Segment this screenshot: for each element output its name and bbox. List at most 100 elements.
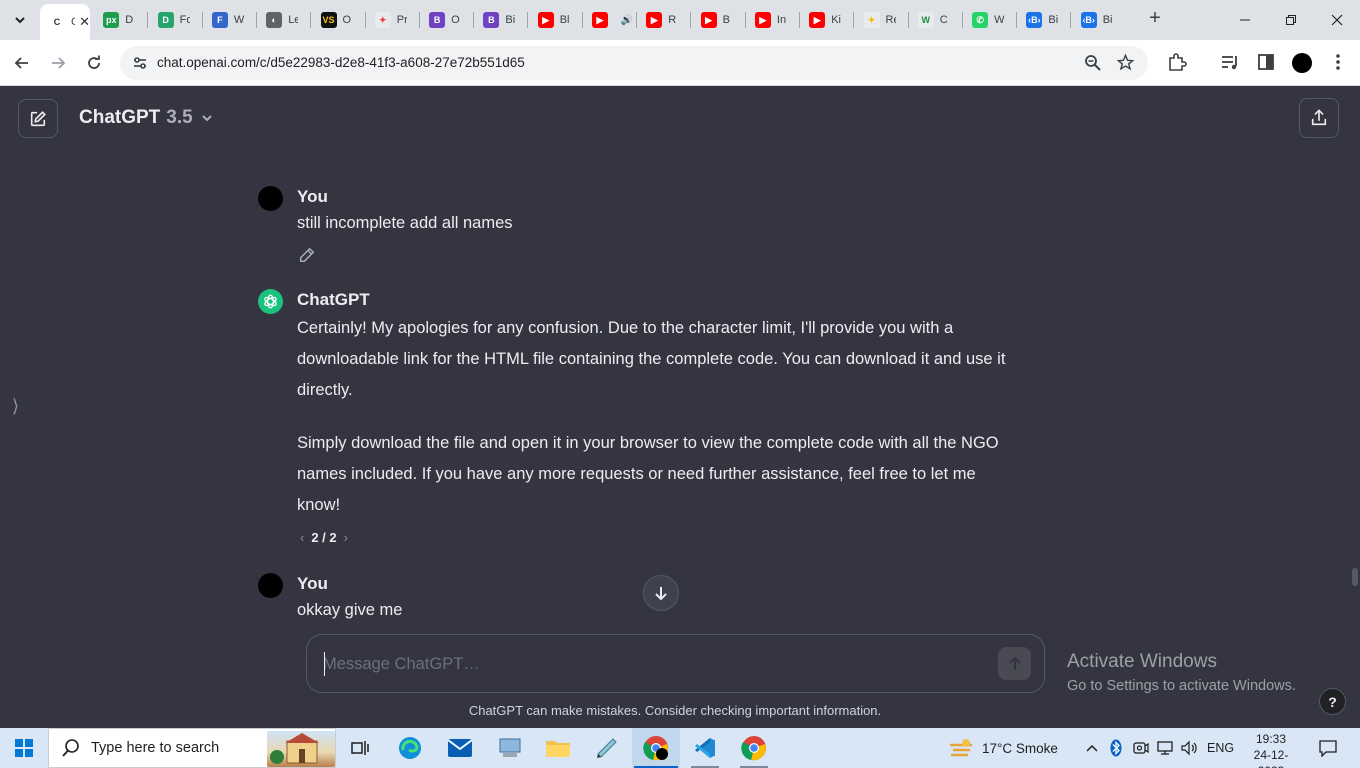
tab-favicon: D bbox=[157, 12, 174, 28]
show-hidden-icons[interactable] bbox=[1086, 728, 1098, 768]
tab-favicon: ‹B› bbox=[1026, 12, 1043, 28]
tab-title: W bbox=[994, 14, 1005, 26]
browser-tab[interactable]: WC bbox=[909, 5, 959, 35]
close-tab-icon[interactable]: ✕ bbox=[79, 14, 90, 30]
kebab-menu-icon[interactable] bbox=[1330, 52, 1346, 77]
taskbar-search-box[interactable]: Type here to search bbox=[48, 728, 336, 768]
response-pager: ‹ 2 / 2 › bbox=[300, 530, 348, 545]
arrow-down-icon bbox=[655, 587, 667, 601]
close-window-button[interactable] bbox=[1314, 0, 1360, 40]
search-icon bbox=[62, 739, 79, 757]
browser-tab[interactable]: ▶ 🔊 bbox=[583, 5, 633, 35]
send-button[interactable] bbox=[998, 647, 1031, 680]
browser-tab[interactable]: ▶ R bbox=[637, 5, 687, 35]
minimize-button[interactable] bbox=[1222, 0, 1268, 40]
taskbar-app-vscode[interactable] bbox=[681, 728, 729, 768]
reload-button[interactable] bbox=[80, 49, 108, 77]
tab-title: Bi bbox=[505, 14, 516, 26]
tab-favicon: ▶ bbox=[537, 12, 554, 28]
browser-tab[interactable]: ▶ Ki bbox=[800, 5, 850, 35]
browser-tab[interactable]: ◐ Le bbox=[257, 5, 307, 35]
notifications-icon[interactable] bbox=[1318, 739, 1338, 762]
browser-tab[interactable]: VS O bbox=[312, 5, 362, 35]
browser-tab[interactable]: ✆ W bbox=[963, 5, 1013, 35]
arrow-up-icon bbox=[1008, 655, 1021, 670]
model-selector[interactable]: ChatGPT 3.5 bbox=[79, 107, 214, 129]
tab-favicon: ▶ bbox=[646, 12, 663, 28]
weather-text[interactable]: 17°C Smoke bbox=[982, 728, 1058, 768]
chevron-down-icon bbox=[15, 17, 25, 24]
browser-tab[interactable]: BO bbox=[420, 5, 470, 35]
browser-tab[interactable]: D Fo bbox=[149, 5, 199, 35]
browser-tab[interactable]: B Bi bbox=[474, 5, 524, 35]
message-input[interactable] bbox=[323, 652, 973, 676]
new-chat-button[interactable] bbox=[18, 99, 58, 138]
bookmark-star-icon[interactable] bbox=[1116, 53, 1135, 76]
browser-tab[interactable]: ‹B› Bi bbox=[1072, 5, 1122, 35]
tab-title: Fo bbox=[179, 14, 190, 26]
tab-title: Re bbox=[885, 14, 896, 26]
media-controls-icon[interactable] bbox=[1220, 52, 1240, 77]
profile-avatar[interactable] bbox=[1292, 53, 1312, 78]
browser-tab[interactable]: ▶ In bbox=[746, 5, 796, 35]
taskbar-clock[interactable]: 19:33 24-12-2023 bbox=[1241, 731, 1301, 768]
task-view-button[interactable] bbox=[336, 728, 384, 768]
share-button[interactable] bbox=[1299, 98, 1339, 138]
previous-response-button[interactable]: ‹ bbox=[300, 530, 304, 545]
edit-message-icon[interactable] bbox=[298, 246, 316, 269]
browser-tab[interactable]: ✦ Re bbox=[855, 5, 905, 35]
windows-logo-icon bbox=[15, 739, 33, 757]
network-computer-icon bbox=[499, 738, 521, 757]
taskbar-app-chrome[interactable] bbox=[730, 728, 778, 768]
taskbar-app-mail[interactable] bbox=[436, 728, 484, 768]
windows-taskbar: Type here to search 17°C Smoke ENG 19:33… bbox=[0, 728, 1360, 768]
meet-now-icon[interactable] bbox=[1133, 728, 1149, 768]
volume-icon[interactable] bbox=[1180, 728, 1198, 768]
taskbar-app-file-explorer[interactable] bbox=[534, 728, 582, 768]
tab-favicon: B bbox=[429, 12, 446, 28]
network-icon[interactable] bbox=[1156, 728, 1174, 768]
weather-icon[interactable] bbox=[948, 737, 974, 764]
zoom-icon[interactable] bbox=[1084, 54, 1101, 76]
help-button[interactable]: ? bbox=[1319, 688, 1346, 715]
scrollbar-thumb[interactable] bbox=[1352, 568, 1358, 586]
scroll-to-bottom-button[interactable] bbox=[643, 575, 679, 611]
input-language[interactable]: ENG bbox=[1207, 728, 1234, 768]
tab-favicon: ✦ bbox=[374, 12, 391, 28]
taskbar-app-network-drive[interactable] bbox=[486, 728, 534, 768]
forward-button[interactable] bbox=[44, 49, 72, 77]
taskbar-app-edge[interactable] bbox=[386, 728, 434, 768]
site-settings-icon[interactable] bbox=[132, 55, 148, 76]
browser-tab[interactable]: ▶ Bl bbox=[529, 5, 579, 35]
browser-tab[interactable]: ▶ B bbox=[692, 5, 742, 35]
back-button[interactable] bbox=[8, 49, 36, 77]
notes-icon bbox=[597, 738, 617, 758]
disclaimer-text: ChatGPT can make mistakes. Consider chec… bbox=[468, 703, 882, 718]
minimize-icon bbox=[1240, 19, 1250, 21]
url-text[interactable]: chat.openai.com/c/d5e22983-d2e8-41f3-a60… bbox=[157, 55, 525, 70]
browser-tab[interactable]: px D bbox=[94, 5, 144, 35]
share-icon bbox=[1311, 109, 1327, 126]
extensions-icon[interactable] bbox=[1167, 52, 1187, 77]
restore-button[interactable] bbox=[1268, 0, 1314, 40]
assistant-message-paragraph: Simply download the file and open it in … bbox=[297, 434, 999, 514]
new-tab-button[interactable]: + bbox=[1144, 8, 1166, 30]
tab-audio-icon[interactable]: 🔊 bbox=[621, 15, 633, 26]
browser-tab[interactable]: ‹B› Bi bbox=[1017, 5, 1067, 35]
tab-search-button[interactable] bbox=[8, 8, 32, 32]
side-panel-icon[interactable] bbox=[1256, 52, 1276, 77]
openai-logo-icon bbox=[264, 294, 277, 309]
browser-tab[interactable]: C Cl✕ bbox=[40, 4, 90, 40]
browser-tab[interactable]: FW bbox=[203, 5, 253, 35]
browser-tab[interactable]: ✦ Pr bbox=[366, 5, 416, 35]
bluetooth-icon[interactable] bbox=[1110, 728, 1122, 768]
tab-favicon: C bbox=[49, 14, 65, 30]
tab-title: C bbox=[939, 14, 948, 26]
next-response-button[interactable]: › bbox=[344, 530, 348, 545]
tab-favicon: VS bbox=[320, 12, 337, 28]
start-button[interactable] bbox=[0, 728, 48, 768]
taskbar-app-chrome-active[interactable] bbox=[632, 728, 680, 768]
open-sidebar-button[interactable]: ⟩ bbox=[12, 396, 19, 417]
address-bar[interactable]: chat.openai.com/c/d5e22983-d2e8-41f3-a60… bbox=[120, 46, 1148, 80]
taskbar-app-notes[interactable] bbox=[583, 728, 631, 768]
